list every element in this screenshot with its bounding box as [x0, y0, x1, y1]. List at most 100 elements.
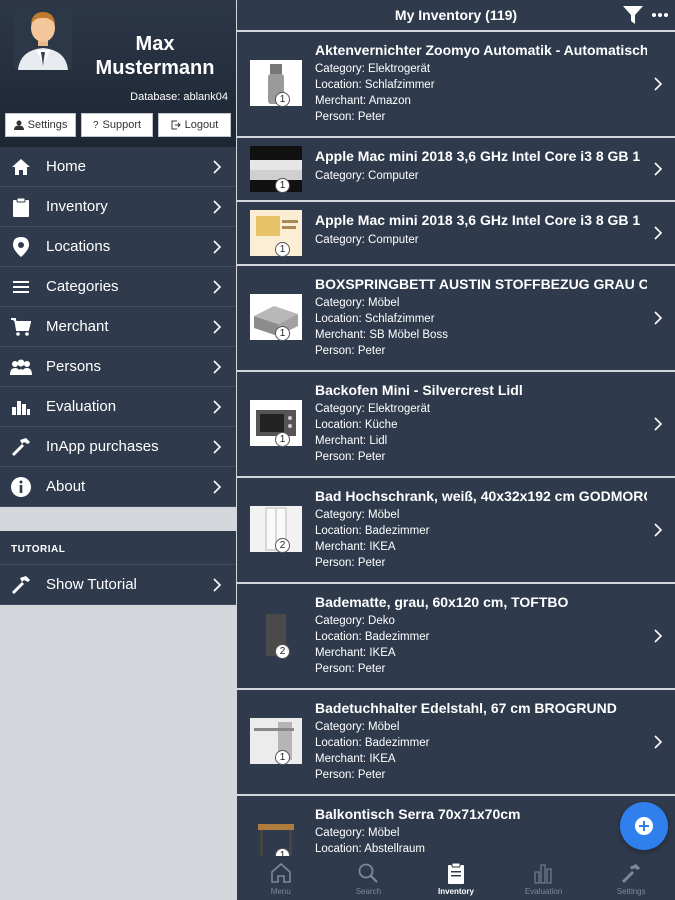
- item-person: Person: Peter: [315, 769, 386, 781]
- list-item[interactable]: 1 Badetuchhalter Edelstahl, 67 cm BROGRU…: [237, 690, 675, 794]
- logout-button-label: Logout: [184, 119, 219, 131]
- item-title: Backofen Mini - Silvercrest Lidl: [315, 382, 523, 398]
- profile-name: Max Mustermann: [95, 33, 215, 79]
- bar-chart-icon: [534, 864, 552, 884]
- search-icon: [358, 863, 379, 883]
- list-item[interactable]: 1 BOXSPRINGBETT AUSTIN STOFFBEZUG GRAU C…: [237, 266, 675, 370]
- tab-label: Inventory: [437, 887, 474, 896]
- sidebar-menu: Home Inventory Locations Categories Merc…: [0, 147, 236, 507]
- item-location: Location: Badezimmer: [315, 737, 430, 749]
- question-icon: ?: [92, 119, 99, 131]
- inventory-panel: My Inventory (119) 1 Aktenvernichter Zoo…: [237, 0, 675, 900]
- tab-label: Menu: [270, 887, 291, 896]
- sidebar-item-label: Evaluation: [46, 398, 117, 415]
- item-title: Badematte, grau, 60x120 cm, TOFTBO: [315, 594, 569, 610]
- item-location: Location: Abstellraum: [315, 843, 425, 855]
- list-item[interactable]: 1 Apple Mac mini 2018 3,6 GHz Intel Core…: [237, 138, 675, 200]
- item-person: Person: Peter: [315, 451, 386, 463]
- item-location: Location: Badezimmer: [315, 631, 430, 643]
- chevron-right-icon: [213, 440, 222, 454]
- list-item[interactable]: 1 Backofen Mini - Silvercrest Lidl Categ…: [237, 372, 675, 476]
- profile-button-group: Settings ? Support Logout: [5, 113, 231, 137]
- clipboard-icon: [10, 196, 32, 218]
- sidebar: Max Mustermann Database: ablank04 Settin…: [0, 0, 236, 900]
- chevron-right-icon: [654, 162, 663, 176]
- add-item-button[interactable]: [620, 802, 668, 850]
- settings-button[interactable]: Settings: [5, 113, 76, 137]
- sidebar-item-label: Home: [46, 158, 87, 175]
- location-pin-icon: [10, 236, 32, 258]
- item-category: Category: Möbel: [315, 297, 400, 309]
- sidebar-item-inapp-purchases[interactable]: InApp purchases: [0, 427, 236, 467]
- info-icon: [10, 476, 32, 498]
- settings-button-label: Settings: [27, 119, 68, 131]
- sidebar-item-home[interactable]: Home: [0, 147, 236, 187]
- chevron-right-icon: [654, 311, 663, 325]
- item-location: Location: Schlafzimmer: [315, 313, 435, 325]
- chevron-right-icon: [654, 77, 663, 91]
- tab-settings[interactable]: Settings: [587, 856, 675, 900]
- sidebar-item-locations[interactable]: Locations: [0, 227, 236, 267]
- quantity-badge: 1: [275, 750, 290, 765]
- profile-header: Max Mustermann Database: ablank04 Settin…: [0, 0, 236, 147]
- sidebar-item-categories[interactable]: Categories: [0, 267, 236, 307]
- item-category: Category: Computer: [315, 170, 419, 182]
- list-item[interactable]: 1 Aktenvernichter Zoomyo Automatik - Aut…: [237, 32, 675, 136]
- sidebar-item-inventory[interactable]: Inventory: [0, 187, 236, 227]
- quantity-badge: 1: [275, 242, 290, 257]
- tab-menu[interactable]: Menu: [237, 856, 325, 900]
- chevron-right-icon: [213, 480, 222, 494]
- item-person: Person: Peter: [315, 111, 386, 123]
- item-merchant: Merchant: IKEA: [315, 753, 396, 765]
- item-title: Badetuchhalter Edelstahl, 67 cm BROGRUND: [315, 700, 617, 716]
- sidebar-item-about[interactable]: About: [0, 467, 236, 507]
- sidebar-item-evaluation[interactable]: Evaluation: [0, 387, 236, 427]
- tab-evaluation[interactable]: Evaluation: [500, 856, 588, 900]
- item-person: Person: Peter: [315, 557, 386, 569]
- chevron-right-icon: [213, 280, 222, 294]
- list-item[interactable]: 2 Bad Hochschrank, weiß, 40x32x192 cm GO…: [237, 478, 675, 582]
- item-title: Apple Mac mini 2018 3,6 GHz Intel Core i…: [315, 212, 641, 228]
- chevron-right-icon: [213, 360, 222, 374]
- logout-button[interactable]: Logout: [158, 113, 231, 137]
- item-title: Apple Mac mini 2018 3,6 GHz Intel Core i…: [315, 148, 641, 164]
- bar-chart-icon: [10, 396, 32, 418]
- item-merchant: Merchant: IKEA: [315, 647, 396, 659]
- filter-icon[interactable]: [623, 6, 643, 24]
- item-location: Location: Küche: [315, 419, 398, 431]
- sidebar-item-label: Merchant: [46, 318, 109, 335]
- sidebar-item-label: Locations: [46, 238, 111, 255]
- sidebar-item-label: Inventory: [46, 198, 108, 215]
- page-title: My Inventory (119): [394, 7, 518, 23]
- chevron-right-icon: [654, 735, 663, 749]
- item-category: Category: Möbel: [315, 509, 400, 521]
- menu-spacer: [0, 507, 236, 531]
- hammer-icon: [622, 864, 641, 884]
- tutorial-section-header: TUTORIAL: [0, 531, 236, 565]
- item-category: Category: Elektrogerät: [315, 63, 431, 75]
- tab-search[interactable]: Search: [325, 856, 413, 900]
- tab-inventory[interactable]: Inventory: [412, 856, 500, 900]
- list-item[interactable]: 1 Apple Mac mini 2018 3,6 GHz Intel Core…: [237, 202, 675, 264]
- item-title: BOXSPRINGBETT AUSTIN STOFFBEZUG GRAU Ca: [315, 276, 647, 292]
- item-category: Category: Möbel: [315, 721, 400, 733]
- more-options-icon[interactable]: [651, 12, 669, 18]
- plus-icon: [635, 817, 653, 835]
- hammer-icon: [10, 436, 32, 458]
- hammer-icon: [10, 574, 32, 596]
- sidebar-item-show-tutorial[interactable]: Show Tutorial: [0, 565, 236, 605]
- chevron-right-icon: [654, 417, 663, 431]
- home-icon: [270, 862, 291, 883]
- chevron-right-icon: [213, 240, 222, 254]
- quantity-badge: 1: [275, 92, 290, 107]
- list-item[interactable]: 2 Badematte, grau, 60x120 cm, TOFTBO Cat…: [237, 584, 675, 688]
- sidebar-item-label: Show Tutorial: [46, 576, 137, 593]
- support-button[interactable]: ? Support: [81, 113, 153, 137]
- logout-icon: [171, 120, 181, 130]
- item-title: Balkontisch Serra 70x71x70cm: [315, 806, 521, 822]
- sidebar-item-persons[interactable]: Persons: [0, 347, 236, 387]
- sidebar-item-merchant[interactable]: Merchant: [0, 307, 236, 347]
- item-category: Category: Computer: [315, 234, 419, 246]
- avatar[interactable]: [14, 6, 72, 70]
- chevron-right-icon: [654, 226, 663, 240]
